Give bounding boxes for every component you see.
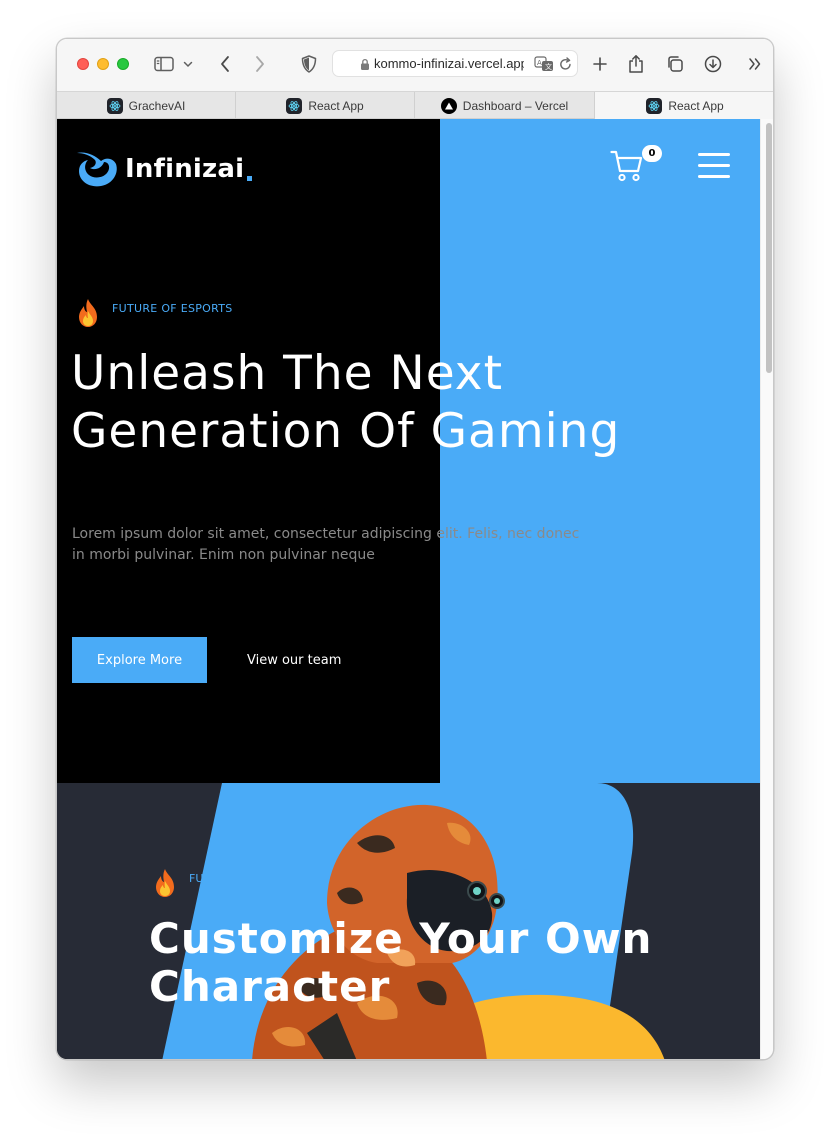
hero-headline-line-2: Generation Of Gaming — [71, 404, 621, 459]
hero-headline-line-1: Unleash The Next — [71, 346, 504, 401]
tab-label: React App — [668, 98, 724, 113]
new-tab-icon[interactable] — [588, 52, 612, 76]
share-icon[interactable] — [624, 52, 648, 76]
menu-icon[interactable] — [698, 153, 730, 179]
scrollbar-thumb[interactable] — [766, 123, 772, 373]
reload-icon[interactable] — [559, 57, 572, 71]
fire-icon — [79, 299, 97, 327]
cart-count-badge: 0 — [642, 145, 662, 162]
react-icon — [646, 97, 663, 114]
overflow-chevron-icon[interactable] — [743, 52, 767, 76]
section-heading: Customize Your Own Character — [149, 915, 709, 1011]
tab-react-app[interactable]: React App — [236, 92, 415, 119]
section-heading-line-2: Character — [149, 962, 391, 1011]
tab-label: Dashboard – Vercel — [462, 98, 569, 113]
section-eyebrow: FU — [189, 872, 204, 885]
explore-more-button[interactable]: Explore More — [72, 637, 207, 683]
logo-text: Infinizai — [125, 154, 245, 184]
logo-swirl-icon — [77, 152, 117, 187]
minimize-window-button[interactable] — [97, 58, 109, 70]
tab-vercel-dashboard[interactable]: Dashboard – Vercel — [415, 92, 595, 119]
hero-headline: Unleash The Next Generation Of Gaming — [71, 345, 711, 461]
close-window-button[interactable] — [77, 58, 89, 70]
browser-window: kommo-infinizai.vercel.app A文 GrachevAI — [56, 38, 774, 1060]
logo-dot — [247, 176, 253, 181]
site-logo[interactable]: Infinizai — [73, 149, 253, 189]
hero-description: Lorem ipsum dolor sit amet, consectetur … — [72, 526, 580, 563]
tab-react-app-active[interactable]: React App — [595, 92, 773, 119]
url-text: kommo-infinizai.vercel.app — [374, 56, 524, 71]
tab-grachevai[interactable]: GrachevAI — [57, 92, 236, 119]
download-icon[interactable] — [701, 52, 725, 76]
tab-label: React App — [308, 98, 364, 113]
browser-toolbar: kommo-infinizai.vercel.app A文 — [57, 39, 773, 91]
sidebar-toggle-icon[interactable] — [152, 52, 176, 76]
lock-icon — [361, 58, 369, 70]
svg-text:文: 文 — [545, 62, 552, 71]
fire-icon — [156, 869, 174, 897]
section-heading-line-1: Customize Your Own — [149, 914, 653, 963]
tab-overview-icon[interactable] — [663, 52, 687, 76]
back-icon[interactable] — [213, 52, 237, 76]
svg-text:A: A — [537, 59, 542, 67]
address-bar[interactable]: kommo-infinizai.vercel.app A文 — [332, 50, 578, 77]
chevron-down-icon[interactable] — [181, 52, 195, 76]
translate-icon[interactable]: A文 — [534, 56, 554, 72]
vercel-icon — [440, 97, 457, 114]
react-icon — [106, 97, 123, 114]
hero-eyebrow: FUTURE OF ESPORTS — [112, 302, 233, 315]
shield-icon[interactable] — [297, 52, 321, 76]
forward-icon[interactable] — [248, 52, 272, 76]
page-scrollbar[interactable] — [760, 119, 773, 1059]
view-team-link[interactable]: View our team — [247, 649, 341, 671]
cart-icon[interactable] — [610, 149, 644, 183]
web-page: Infinizai 0 FUTURE OF ESPORTS Unleash Th… — [57, 119, 760, 1059]
react-icon — [286, 97, 303, 114]
tab-label: GrachevAI — [128, 98, 186, 113]
tab-strip: GrachevAI React App Dashboard – Vercel R… — [57, 91, 773, 119]
customize-character-section: FU Customize Your Own Character — [57, 783, 760, 1059]
zoom-window-button[interactable] — [117, 58, 129, 70]
